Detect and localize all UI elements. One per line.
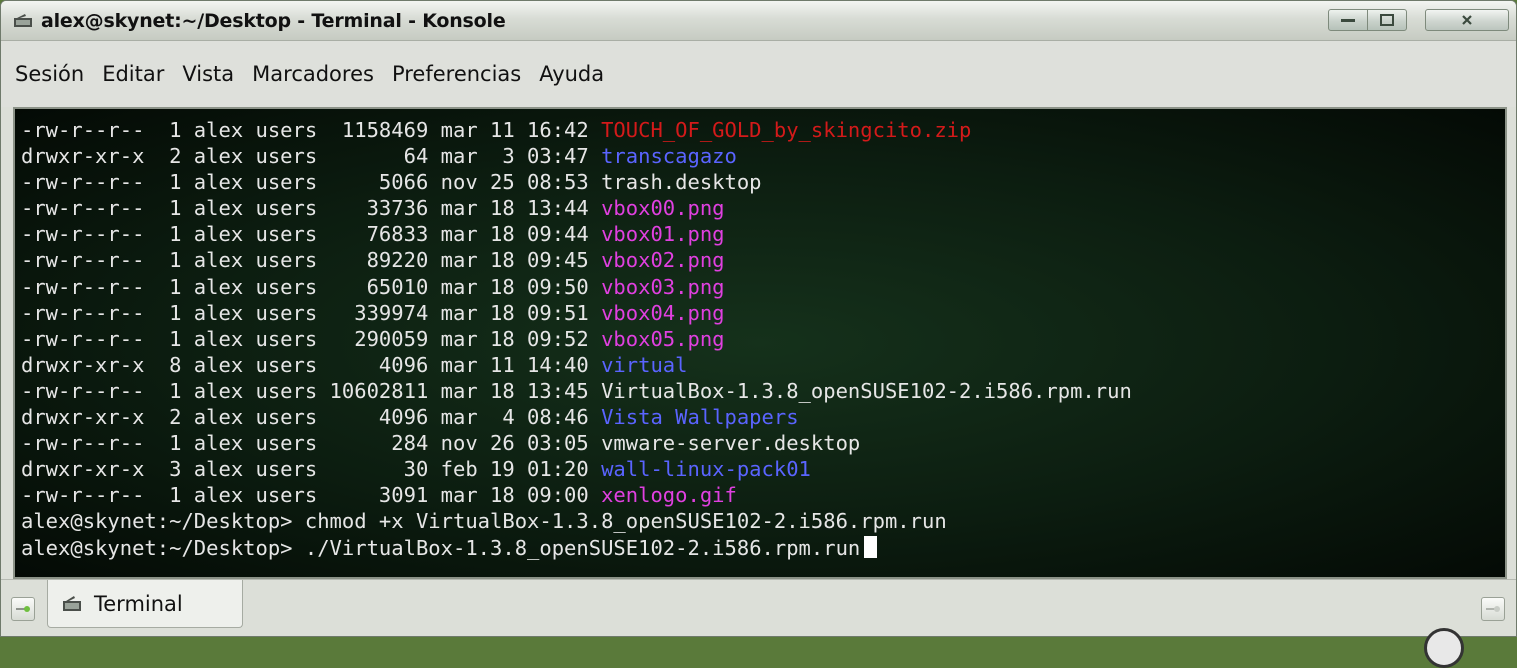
listing-line: -rw-r--r-- 1 alex users 290059 mar 18 09… [21, 326, 1132, 352]
menu-preferencias[interactable]: Preferencias [390, 60, 523, 88]
konsole-window: alex@skynet:~/Desktop - Terminal - Konso… [0, 0, 1517, 637]
shell-prompt: alex@skynet:~/Desktop> [21, 535, 305, 560]
close-icon [1462, 15, 1472, 25]
listing-filename: VirtualBox-1.3.8_openSUSE102-2.i586.rpm.… [601, 378, 1132, 403]
listing-line: drwxr-xr-x 2 alex users 4096 mar 4 08:46… [21, 404, 1132, 430]
listing-line: -rw-r--r-- 1 alex users 5066 nov 25 08:5… [21, 169, 1132, 195]
listing-meta: -rw-r--r-- 1 alex users 33736 mar 18 13:… [21, 196, 602, 221]
listing-meta: -rw-r--r-- 1 alex users 76833 mar 18 09:… [21, 222, 602, 247]
listing-meta: drwxr-xr-x 2 alex users 64 mar 3 03:47 [21, 144, 602, 169]
close-tab-icon [1486, 606, 1500, 612]
window-title: alex@skynet:~/Desktop - Terminal - Konso… [41, 10, 506, 32]
listing-meta: -rw-r--r-- 1 alex users 290059 mar 18 09… [21, 326, 602, 351]
listing-filename: TOUCH_OF_GOLD_by_skingcito.zip [601, 118, 972, 142]
listing-line: drwxr-xr-x 2 alex users 64 mar 3 03:47 t… [21, 143, 1132, 169]
listing-meta: -rw-r--r-- 1 alex users 1158469 mar 11 1… [21, 118, 602, 142]
close-button[interactable] [1425, 9, 1509, 31]
listing-filename: vmware-server.desktop [601, 431, 861, 456]
text-cursor [864, 535, 878, 558]
listing-line: -rw-r--r-- 1 alex users 339974 mar 18 09… [21, 300, 1132, 326]
listing-filename: vbox03.png [601, 274, 725, 299]
listing-filename: transcagazo [601, 144, 737, 169]
tab-terminal[interactable]: Terminal [47, 580, 243, 628]
listing-line: -rw-r--r-- 1 alex users 89220 mar 18 09:… [21, 247, 1132, 273]
minimize-icon [1341, 19, 1355, 22]
terminal-output[interactable]: -rw-r--r-- 1 alex users 1158469 mar 11 1… [13, 107, 1507, 579]
menu-bar: Sesión Editar Vista Marcadores Preferenc… [1, 41, 1516, 107]
listing-meta: drwxr-xr-x 3 alex users 30 feb 19 01:20 [21, 457, 602, 482]
title-bar[interactable]: alex@skynet:~/Desktop - Terminal - Konso… [1, 1, 1516, 41]
tab-bar: Terminal [1, 579, 1516, 636]
close-tab-button[interactable] [1481, 597, 1505, 621]
listing-filename: Vista Wallpapers [601, 405, 799, 430]
listing-meta: -rw-r--r-- 1 alex users 10602811 mar 18 … [21, 378, 602, 403]
new-tab-icon [16, 606, 30, 612]
listing-filename: vbox01.png [601, 222, 725, 247]
terminal-lines: -rw-r--r-- 1 alex users 1158469 mar 11 1… [21, 117, 1132, 561]
menu-marcadores[interactable]: Marcadores [250, 60, 376, 88]
listing-filename: vbox04.png [601, 300, 725, 325]
maximize-button[interactable] [1367, 9, 1407, 31]
maximize-icon [1380, 14, 1394, 26]
listing-meta: drwxr-xr-x 8 alex users 4096 mar 11 14:4… [21, 352, 602, 377]
shell-command: chmod +x VirtualBox-1.3.8_openSUSE102-2.… [304, 509, 947, 534]
listing-filename: vbox05.png [601, 326, 725, 351]
shell-prompt: alex@skynet:~/Desktop> [21, 509, 305, 534]
listing-line: -rw-r--r-- 1 alex users 65010 mar 18 09:… [21, 274, 1132, 300]
listing-line: -rw-r--r-- 1 alex users 3091 mar 18 09:0… [21, 482, 1132, 508]
listing-meta: drwxr-xr-x 2 alex users 4096 mar 4 08:46 [21, 405, 602, 430]
listing-meta: -rw-r--r-- 1 alex users 5066 nov 25 08:5… [21, 170, 602, 195]
command-line: alex@skynet:~/Desktop> chmod +x VirtualB… [21, 508, 1132, 534]
listing-line: drwxr-xr-x 3 alex users 30 feb 19 01:20 … [21, 456, 1132, 482]
listing-line: -rw-r--r-- 1 alex users 1158469 mar 11 1… [21, 117, 1132, 143]
desktop-icon [1424, 628, 1464, 668]
listing-filename: virtual [601, 352, 688, 377]
konsole-icon [13, 13, 35, 29]
menu-vista[interactable]: Vista [180, 60, 236, 88]
listing-filename: vbox00.png [601, 196, 725, 221]
listing-line: -rw-r--r-- 1 alex users 33736 mar 18 13:… [21, 195, 1132, 221]
listing-meta: -rw-r--r-- 1 alex users 89220 mar 18 09:… [21, 248, 602, 273]
shell-command: ./VirtualBox-1.3.8_openSUSE102-2.i586.rp… [304, 535, 861, 560]
command-line: alex@skynet:~/Desktop> ./VirtualBox-1.3.… [21, 535, 1132, 561]
new-tab-button[interactable] [11, 597, 35, 621]
terminal-icon [63, 595, 81, 611]
listing-meta: -rw-r--r-- 1 alex users 339974 mar 18 09… [21, 300, 602, 325]
listing-line: -rw-r--r-- 1 alex users 284 nov 26 03:05… [21, 430, 1132, 456]
listing-filename: vbox02.png [601, 248, 725, 273]
menu-ayuda[interactable]: Ayuda [537, 60, 606, 88]
listing-meta: -rw-r--r-- 1 alex users 284 nov 26 03:05 [21, 431, 602, 456]
listing-filename: trash.desktop [601, 170, 762, 195]
tab-label: Terminal [94, 591, 183, 616]
listing-line: -rw-r--r-- 1 alex users 10602811 mar 18 … [21, 378, 1132, 404]
listing-line: -rw-r--r-- 1 alex users 76833 mar 18 09:… [21, 221, 1132, 247]
minimize-button[interactable] [1328, 9, 1368, 31]
listing-filename: xenlogo.gif [601, 483, 737, 508]
listing-meta: -rw-r--r-- 1 alex users 65010 mar 18 09:… [21, 274, 602, 299]
menu-editar[interactable]: Editar [100, 60, 166, 88]
listing-meta: -rw-r--r-- 1 alex users 3091 mar 18 09:0… [21, 483, 602, 508]
listing-line: drwxr-xr-x 8 alex users 4096 mar 11 14:4… [21, 352, 1132, 378]
menu-sesion[interactable]: Sesión [13, 60, 86, 88]
listing-filename: wall-linux-pack01 [601, 457, 811, 482]
